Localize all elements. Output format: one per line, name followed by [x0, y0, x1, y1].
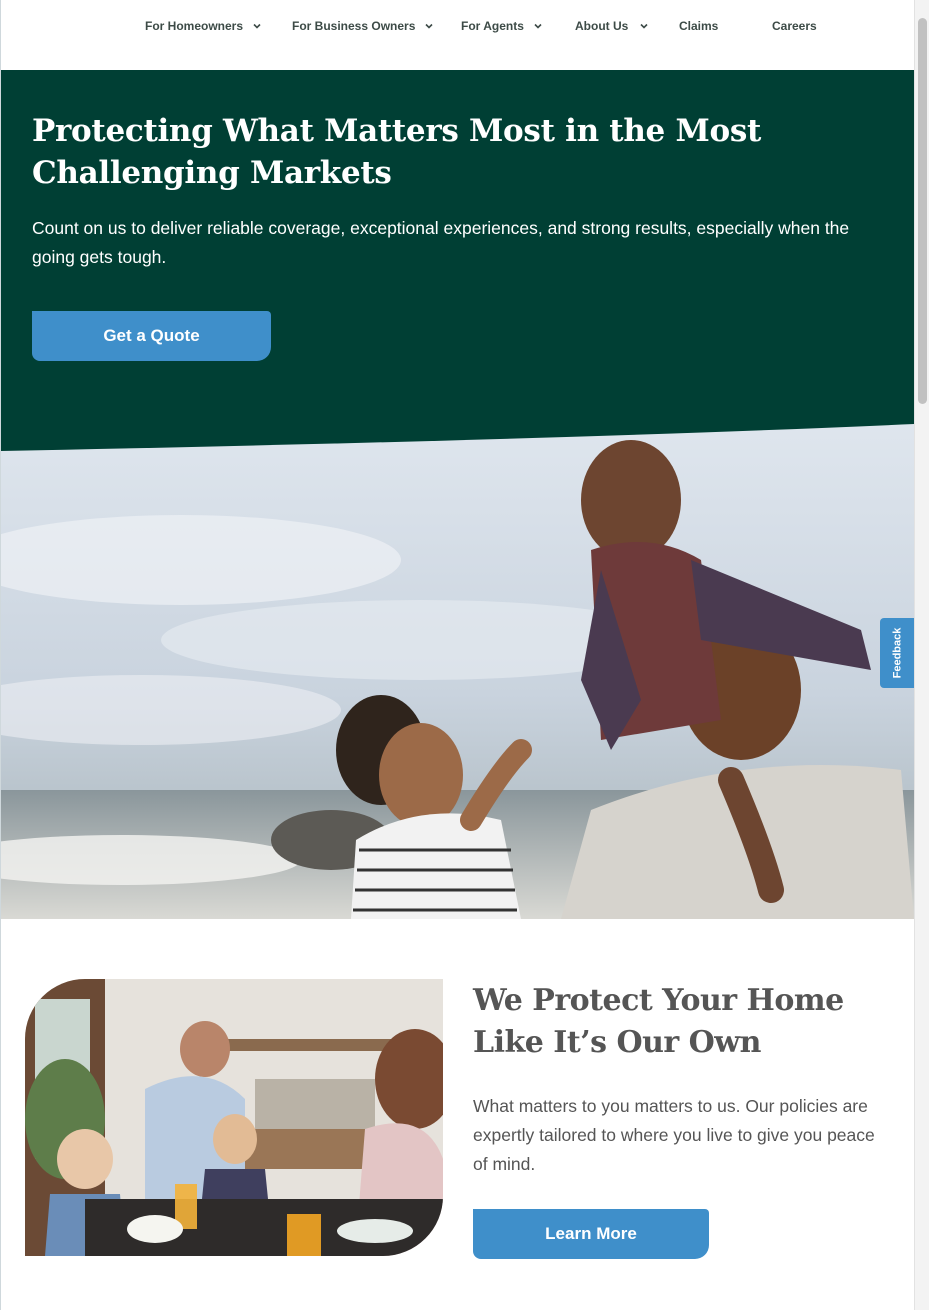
hero-title: Protecting What Matters Most in the Most… — [32, 113, 762, 191]
chevron-down-icon — [253, 23, 261, 29]
feedback-tab[interactable]: Feedback — [880, 618, 914, 688]
chevron-down-icon — [534, 23, 542, 29]
top-nav: For Homeowners For Business Owners For A… — [1, 0, 914, 70]
nav-item-label: About Us — [575, 19, 629, 33]
family-kitchen-photo — [25, 979, 443, 1256]
nav-item-label: Claims — [679, 19, 719, 33]
chevron-down-icon — [640, 23, 648, 29]
nav-item-for-business-owners[interactable]: For Business Owners — [292, 0, 433, 52]
learn-more-button[interactable]: Learn More — [473, 1209, 709, 1259]
nav-item-about-us[interactable]: About Us — [575, 0, 648, 52]
family-beach-illustration — [1, 420, 914, 919]
section-title: We Protect Your Home Like It’s Our Own — [473, 983, 844, 1060]
nav-item-label: Careers — [772, 19, 817, 33]
nav-item-label: For Agents — [461, 19, 524, 33]
nav-item-label: For Homeowners — [145, 19, 244, 33]
page-scrollbar[interactable] — [914, 0, 929, 1310]
hero-section: Protecting What Matters Most in the Most… — [1, 70, 914, 470]
family-kitchen-illustration — [25, 979, 443, 1256]
feedback-label: Feedback — [891, 627, 903, 679]
get-a-quote-button[interactable]: Get a Quote — [32, 311, 271, 361]
section-body: What matters to you matters to us. Our p… — [473, 1096, 875, 1174]
page: For Homeowners For Business Owners For A… — [0, 0, 914, 1310]
nav-item-for-homeowners[interactable]: For Homeowners — [145, 0, 261, 52]
chevron-down-icon — [425, 23, 433, 29]
nav-item-claims[interactable]: Claims — [679, 0, 718, 52]
family-beach-photo — [1, 420, 914, 919]
hero-subtitle: Count on us to deliver reliable coverage… — [32, 218, 850, 267]
nav-item-careers[interactable]: Careers — [772, 0, 817, 52]
scrollbar-thumb[interactable] — [918, 18, 927, 404]
nav-item-label: For Business Owners — [292, 19, 416, 33]
nav-item-for-agents[interactable]: For Agents — [461, 0, 542, 52]
